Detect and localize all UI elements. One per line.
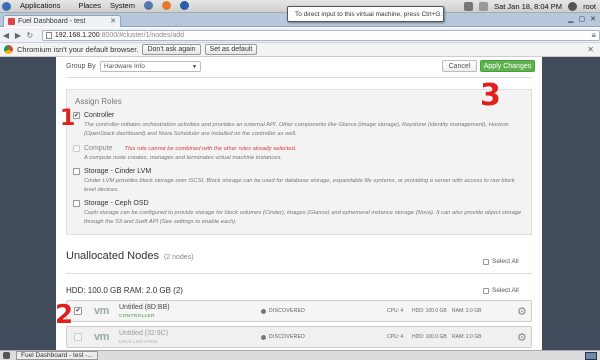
status-dot-icon	[261, 334, 266, 340]
node-name[interactable]: Untitled (8D:BB)	[119, 304, 170, 311]
select-all-checkbox[interactable]	[483, 287, 489, 294]
role-name: Controller	[84, 112, 115, 119]
maximize-icon[interactable]: ▢	[579, 15, 586, 23]
group-by-label: Group By	[66, 63, 96, 70]
add-nodes-panel: Group By Hardware Info ▼ Cancel Apply Ch…	[56, 57, 542, 350]
show-desktop-icon[interactable]	[3, 352, 10, 359]
role-ceph-osd: Storage - Ceph OSD Ceph storage can be c…	[73, 200, 523, 226]
group-by-row: Group By Hardware Info ▼ Cancel Apply Ch…	[66, 60, 535, 73]
role-description: Cinder LVM provides block storage over i…	[84, 178, 515, 193]
node-ram: RAM: 2.0 GB	[452, 308, 482, 314]
node-role: UNALLOCATED	[119, 340, 158, 345]
node-name[interactable]: Untitled (32:9C)	[119, 330, 168, 337]
annotation-number-3: 3	[480, 78, 501, 113]
annotation-number-1: 1	[60, 106, 76, 131]
url-path: :8000/#cluster/1/nodes/add	[99, 31, 185, 39]
hardware-group-title: HDD: 100.0 GB RAM: 2.0 GB (2)	[66, 286, 183, 295]
role-name: Compute	[84, 145, 113, 152]
node-hdd: HDD: 100.0 GB	[412, 334, 447, 340]
role-description: A compute node creates, manages and term…	[84, 155, 282, 161]
cinder-lvm-checkbox[interactable]	[73, 168, 80, 175]
role-conflict-warning: This role cannot be combined with the ot…	[124, 145, 297, 152]
role-cinder-lvm: Storage - Cinder LVM Cinder LVM provides…	[73, 168, 523, 194]
role-description: The controller initiates orchestration a…	[84, 122, 509, 137]
fuel-favicon-icon	[8, 18, 15, 25]
compute-checkbox[interactable]	[73, 145, 80, 152]
default-browser-infobar: Chromium isn't your default browser. Don…	[0, 43, 600, 57]
status-dot-icon	[261, 308, 266, 314]
bottom-taskbar: Fuel Dashboard - test -...	[0, 350, 600, 360]
apply-changes-button[interactable]: Apply Changes	[480, 60, 535, 72]
workspace-switcher[interactable]	[585, 352, 597, 360]
cancel-button[interactable]: Cancel	[442, 60, 477, 72]
chrome-menu-icon[interactable]: ≡	[591, 31, 596, 40]
chevron-down-icon: ▼	[192, 63, 197, 70]
node-cpu: CPU: 4	[387, 334, 404, 340]
tab-fuel-dashboard[interactable]: Fuel Dashboard - test ✕	[3, 15, 121, 27]
forward-icon[interactable]: ▶	[12, 31, 24, 40]
node-status: DISCOVERED	[261, 334, 305, 340]
role-name: Storage - Cinder LVM	[84, 168, 152, 175]
firefox-launcher-icon[interactable]	[161, 1, 171, 11]
address-bar: ◀ ▶ ↻ 192.168.1.200:8000/#cluster/1/node…	[0, 28, 600, 43]
role-compute: Compute This role cannot be combined wit…	[73, 145, 523, 163]
url-host: 192.168.1.200	[54, 31, 100, 39]
places-menu[interactable]: Places	[78, 1, 101, 10]
node-checkbox[interactable]	[74, 333, 82, 341]
annotation-number-2: 2	[55, 300, 74, 330]
power-icon[interactable]	[568, 2, 578, 11]
group-by-select[interactable]: Hardware Info ▼	[100, 61, 201, 72]
select-all-checkbox[interactable]	[483, 258, 489, 265]
reload-icon[interactable]: ↻	[24, 31, 36, 40]
node-cpu: CPU: 4	[387, 308, 404, 314]
clock[interactable]: Sat Jan 18, 8:04 PM	[494, 2, 562, 11]
tab-title: Fuel Dashboard - test	[18, 18, 86, 25]
select-all-group[interactable]: Select All	[483, 287, 519, 294]
taskbar-window-button[interactable]: Fuel Dashboard - test -...	[16, 351, 98, 360]
infobar-message: Chromium isn't your default browser.	[17, 45, 139, 54]
applications-menu[interactable]: Applications	[2, 1, 69, 11]
node-status: DISCOVERED	[261, 308, 305, 314]
node-hdd: HDD: 100.0 GB	[412, 308, 447, 314]
minimize-icon[interactable]: ▁	[568, 15, 573, 23]
user-name[interactable]: root	[583, 2, 596, 11]
dont-ask-again-button[interactable]: Don't ask again	[142, 44, 201, 55]
system-menu[interactable]: System	[110, 1, 135, 10]
infobar-close-icon[interactable]: ✕	[587, 45, 594, 54]
node-checkbox[interactable]: ✔	[74, 307, 82, 315]
node-role: CONTROLLER	[119, 314, 155, 319]
unallocated-nodes-title: Unallocated Nodes (2 nodes)	[66, 250, 194, 262]
role-description: Ceph storage can be configured to provid…	[84, 210, 522, 225]
divider	[66, 77, 532, 78]
gear-icon[interactable]: ⚙	[517, 331, 527, 344]
window-close-icon[interactable]: ✕	[590, 15, 596, 23]
node-ram: RAM: 2.0 GB	[452, 334, 482, 340]
role-controller: ✔ Controller The controller initiates or…	[73, 112, 523, 138]
url-input[interactable]: 192.168.1.200:8000/#cluster/1/nodes/add	[41, 29, 600, 41]
gear-icon[interactable]: ⚙	[517, 305, 527, 318]
vm-input-tooltip: To direct input to this virtual machine,…	[287, 6, 444, 22]
node-card[interactable]: ✔ vm Untitled (8D:BB) CONTROLLER DISCOVE…	[66, 300, 532, 322]
select-all-unallocated[interactable]: Select All	[483, 258, 519, 265]
ceph-osd-checkbox[interactable]	[73, 200, 80, 207]
vm-icon: vm	[94, 331, 109, 343]
network-icon[interactable]	[464, 2, 474, 11]
back-icon[interactable]: ◀	[0, 31, 12, 40]
node-count: (2 nodes)	[163, 254, 194, 261]
browser-launcher-icon[interactable]	[143, 1, 153, 11]
chromium-launcher-icon[interactable]	[179, 1, 189, 11]
role-name: Storage - Ceph OSD	[84, 200, 149, 207]
vm-icon: vm	[94, 305, 109, 317]
assign-roles-title: Assign Roles	[75, 97, 122, 106]
chromium-icon	[4, 45, 13, 54]
volume-icon[interactable]	[479, 2, 489, 11]
node-card[interactable]: vm Untitled (32:9C) UNALLOCATED DISCOVER…	[66, 326, 532, 348]
divider	[66, 273, 532, 274]
gnome-foot-icon	[2, 1, 11, 11]
page-icon	[45, 31, 52, 39]
tab-close-icon[interactable]: ✕	[110, 17, 116, 25]
set-as-default-button[interactable]: Set as default	[204, 44, 258, 55]
page-viewport: Group By Hardware Info ▼ Cancel Apply Ch…	[0, 57, 600, 350]
assign-roles-box: Assign Roles ✔ Controller The controller…	[66, 89, 532, 235]
